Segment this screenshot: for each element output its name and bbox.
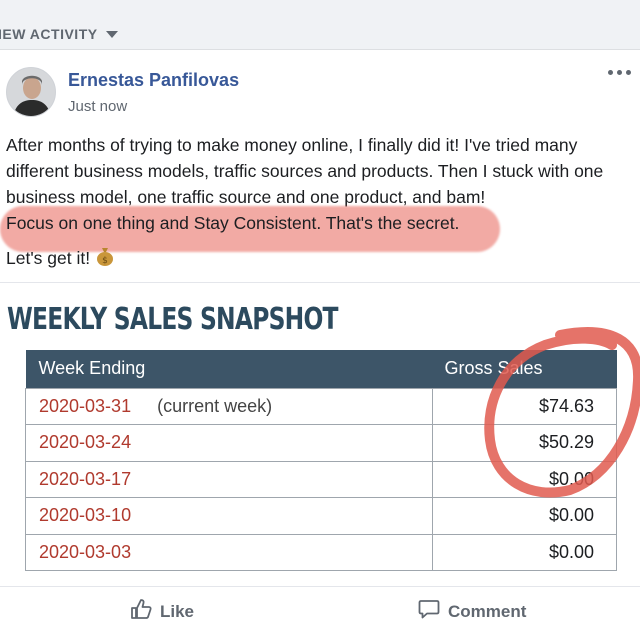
svg-text:$: $	[102, 256, 108, 266]
sales-amount: $50.29	[432, 424, 617, 462]
post-body: After months of trying to make money onl…	[6, 135, 604, 207]
column-header-week: Week Ending	[25, 350, 433, 388]
week-cell: 2020-03-03	[25, 533, 433, 571]
week-date: 2020-03-31	[39, 395, 132, 416]
week-cell: 2020-03-17	[25, 460, 433, 498]
table-row: 2020-03-03 $0.00	[25, 533, 617, 571]
money-bag-icon: $	[96, 246, 114, 271]
sales-amount: $74.63	[432, 387, 617, 425]
post-closing-text: Let's get it!	[6, 248, 91, 268]
table-row: 2020-03-17 $0.00	[25, 460, 617, 498]
week-date: 2020-03-24	[39, 432, 132, 453]
table-row: 2020-03-10 $0.00	[25, 497, 617, 535]
table-row: 2020-03-24 $50.29	[25, 424, 617, 462]
like-label: Like	[160, 601, 195, 621]
post-timestamp[interactable]: Just now	[68, 98, 127, 115]
caret-down-icon	[105, 30, 118, 38]
column-header-sales: Gross Sales	[432, 350, 617, 388]
sales-amount: $0.00	[432, 460, 617, 498]
view-activity-bar: IEW ACTIVITY	[0, 0, 640, 50]
sales-amount: $0.00	[432, 497, 617, 535]
more-options-icon[interactable]	[608, 70, 631, 75]
divider	[0, 586, 640, 587]
comment-icon	[418, 598, 440, 625]
week-note: (current week)	[157, 395, 273, 416]
week-cell: 2020-03-24	[25, 424, 433, 462]
divider	[0, 282, 640, 283]
week-date: 2020-03-17	[39, 468, 132, 489]
post-closing: Let's get it! $	[6, 246, 114, 271]
like-button[interactable]: Like	[130, 598, 194, 625]
post-highlight-line: Focus on one thing and Stay Consistent. …	[6, 213, 460, 233]
post-author[interactable]: Ernestas Panfilovas	[68, 70, 239, 91]
thumbs-up-icon	[130, 598, 152, 625]
comment-button[interactable]: Comment	[418, 598, 526, 625]
week-cell: 2020-03-10	[25, 497, 433, 535]
table-row: 2020-03-31 (current week) $74.63	[25, 387, 617, 425]
sales-amount: $0.00	[432, 533, 617, 571]
comment-label: Comment	[448, 601, 527, 621]
snapshot-title: WEEKLY SALES SNAPSHOT	[7, 302, 339, 337]
week-date: 2020-03-03	[39, 541, 132, 562]
week-cell: 2020-03-31 (current week)	[25, 387, 433, 425]
view-activity-button[interactable]: IEW ACTIVITY	[0, 26, 118, 42]
week-date: 2020-03-10	[39, 505, 132, 526]
sales-table: Week Ending Gross Sales 2020-03-31 (curre…	[25, 350, 617, 571]
view-activity-label: IEW ACTIVITY	[0, 26, 98, 42]
avatar[interactable]	[6, 67, 56, 117]
table-header-row: Week Ending Gross Sales	[25, 350, 617, 388]
